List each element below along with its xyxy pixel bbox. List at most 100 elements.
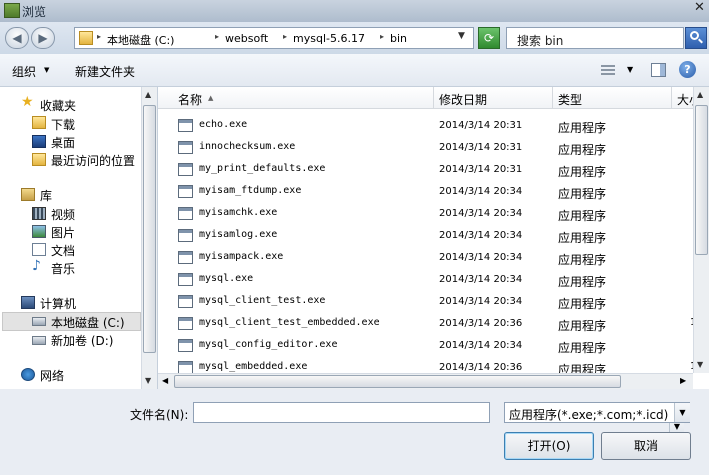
scrollbar-thumb[interactable]	[695, 105, 708, 255]
drive-icon	[32, 336, 46, 345]
cancel-button[interactable]: 取消	[601, 432, 691, 460]
filename-input[interactable]: ▼	[193, 402, 684, 436]
file-date: 2014/3/14 20:34	[439, 252, 523, 263]
file-type: 应用程序	[558, 341, 607, 355]
file-date: 2014/3/14 20:36	[439, 362, 523, 373]
breadcrumb-separator-icon[interactable]: ▸	[215, 32, 219, 41]
search-icon[interactable]	[685, 27, 707, 49]
search-input[interactable]: 搜索 bin	[506, 27, 684, 49]
computer-icon	[21, 296, 35, 309]
file-name: innochecksum.exe	[199, 141, 296, 152]
forward-button[interactable]: ▶	[31, 27, 55, 49]
close-button[interactable]: ✕	[692, 0, 707, 16]
file-row[interactable]: my_print_defaults.exe 2014/3/14 20:31 应用…	[158, 159, 693, 181]
file-row[interactable]: innochecksum.exe 2014/3/14 20:31 应用程序	[158, 137, 693, 159]
filter-dropdown-icon[interactable]: ▼	[674, 403, 690, 422]
desktop-icon	[32, 135, 46, 148]
nav-desktop[interactable]: 桌面	[51, 134, 75, 151]
picture-icon	[32, 225, 46, 238]
scroll-down-icon[interactable]: ▼	[145, 376, 151, 385]
navigation-pane: ★ 收藏夹 下载 桌面 最近访问的位置 库 视频 图片 文档 ♪ 音乐 计算机 …	[0, 87, 157, 389]
file-row[interactable]: mysql_client_test_embedded.exe 2014/3/14…	[158, 313, 696, 335]
back-button[interactable]: ◀	[5, 27, 29, 49]
organize-dropdown-icon[interactable]: ▼	[44, 66, 49, 74]
file-row[interactable]: mysql_client_test.exe 2014/3/14 20:34 应用…	[158, 291, 693, 313]
nav-recent[interactable]: 最近访问的位置	[51, 152, 135, 169]
nav-scrollbar[interactable]: ▲ ▼	[141, 87, 157, 389]
column-date[interactable]: 修改日期	[439, 91, 487, 108]
file-row[interactable]: myisamlog.exe 2014/3/14 20:34 应用程序	[158, 225, 693, 247]
nav-new-volume[interactable]: 新加卷 (D:)	[51, 332, 113, 349]
column-divider[interactable]	[671, 87, 672, 109]
breadcrumb-local-disk[interactable]: 本地磁盘 (C:)	[107, 32, 174, 48]
file-date: 2014/3/14 20:34	[439, 186, 523, 197]
executable-icon	[178, 273, 193, 286]
video-icon	[32, 207, 46, 220]
toolbar: 组织 ▼ 新建文件夹 ▼ ?	[0, 54, 709, 87]
file-type: 应用程序	[558, 275, 607, 289]
file-row[interactable]: mysql_embedded.exe 2014/3/14 20:36 应用程序 …	[158, 357, 693, 373]
nav-libraries[interactable]: 库	[40, 187, 52, 204]
breadcrumb-separator-icon[interactable]: ▸	[97, 32, 101, 41]
refresh-button[interactable]: ⟳	[478, 27, 500, 49]
nav-network[interactable]: 网络	[40, 367, 64, 384]
executable-icon	[178, 317, 193, 330]
bottom-panel: 文件名(N): ▼ 应用程序(*.exe;*.com;*.icd) ▼ 打开(O…	[0, 389, 709, 475]
scroll-up-icon[interactable]: ▲	[145, 90, 151, 99]
nav-computer[interactable]: 计算机	[40, 295, 76, 312]
nav-videos[interactable]: 视频	[51, 206, 75, 223]
address-dropdown-icon[interactable]: ▼	[458, 31, 465, 41]
title-bar[interactable]: 浏览 ✕	[0, 0, 709, 22]
file-row[interactable]: myisam_ftdump.exe 2014/3/14 20:34 应用程序	[158, 181, 693, 203]
file-horizontal-scrollbar[interactable]: ◀ ▶	[158, 373, 693, 389]
file-row[interactable]: echo.exe 2014/3/14 20:31 应用程序	[158, 115, 693, 137]
breadcrumb-bin[interactable]: bin	[390, 32, 407, 45]
new-folder-button[interactable]: 新建文件夹	[75, 63, 135, 80]
breadcrumb-websoft[interactable]: websoft	[225, 32, 268, 45]
column-name[interactable]: 名称	[178, 91, 202, 108]
open-button[interactable]: 打开(O)	[504, 432, 594, 460]
nav-downloads[interactable]: 下载	[51, 116, 75, 133]
file-row[interactable]: mysql.exe 2014/3/14 20:34 应用程序	[158, 269, 693, 291]
preview-pane-icon[interactable]	[651, 63, 666, 77]
file-date: 2014/3/14 20:34	[439, 296, 523, 307]
scrollbar-thumb[interactable]	[174, 375, 621, 388]
nav-music[interactable]: 音乐	[51, 260, 75, 277]
scroll-right-icon[interactable]: ▶	[680, 376, 686, 385]
breadcrumb-separator-icon[interactable]: ▸	[283, 32, 287, 41]
executable-icon	[178, 295, 193, 308]
address-bar[interactable]: ▸ 本地磁盘 (C:) ▸ websoft ▸ mysql-5.6.17 ▸ b…	[74, 27, 474, 49]
scroll-up-icon[interactable]: ▲	[697, 90, 703, 99]
executable-icon	[178, 163, 193, 176]
file-row[interactable]: myisamchk.exe 2014/3/14 20:34 应用程序	[158, 203, 693, 225]
view-options-icon[interactable]	[601, 65, 615, 75]
file-name: mysql_client_test.exe	[199, 295, 326, 306]
scroll-down-icon[interactable]: ▼	[697, 360, 703, 369]
file-vertical-scrollbar[interactable]: ▲ ▼	[693, 87, 709, 373]
nav-pictures[interactable]: 图片	[51, 224, 75, 241]
help-icon[interactable]: ?	[679, 61, 696, 78]
nav-favorites[interactable]: 收藏夹	[40, 97, 76, 114]
file-list-pane: 名称 ▲ 修改日期 类型 大小 echo.exe 2014/3/14 20:31…	[157, 87, 709, 389]
scroll-left-icon[interactable]: ◀	[162, 376, 168, 385]
column-divider[interactable]	[433, 87, 434, 109]
breadcrumb-separator-icon[interactable]: ▸	[380, 32, 384, 41]
scrollbar-thumb[interactable]	[143, 105, 156, 353]
column-type[interactable]: 类型	[558, 91, 582, 108]
file-type: 应用程序	[558, 143, 607, 157]
column-divider[interactable]	[552, 87, 553, 109]
file-row[interactable]: myisampack.exe 2014/3/14 20:34 应用程序	[158, 247, 693, 269]
nav-documents[interactable]: 文档	[51, 242, 75, 259]
column-size[interactable]: 大小	[677, 91, 693, 108]
nav-local-disk[interactable]: 本地磁盘 (C:)	[51, 314, 125, 331]
executable-icon	[178, 229, 193, 242]
file-row[interactable]: mysql_config_editor.exe 2014/3/14 20:34 …	[158, 335, 693, 357]
recent-places-icon	[32, 153, 46, 166]
file-type-filter[interactable]: 应用程序(*.exe;*.com;*.icd) ▼	[504, 402, 690, 423]
breadcrumb-mysql[interactable]: mysql-5.6.17	[293, 32, 365, 45]
file-name: echo.exe	[199, 119, 248, 130]
file-type: 应用程序	[558, 209, 607, 223]
file-date: 2014/3/14 20:34	[439, 340, 523, 351]
organize-button[interactable]: 组织	[12, 63, 36, 80]
view-dropdown-icon[interactable]: ▼	[627, 65, 633, 74]
